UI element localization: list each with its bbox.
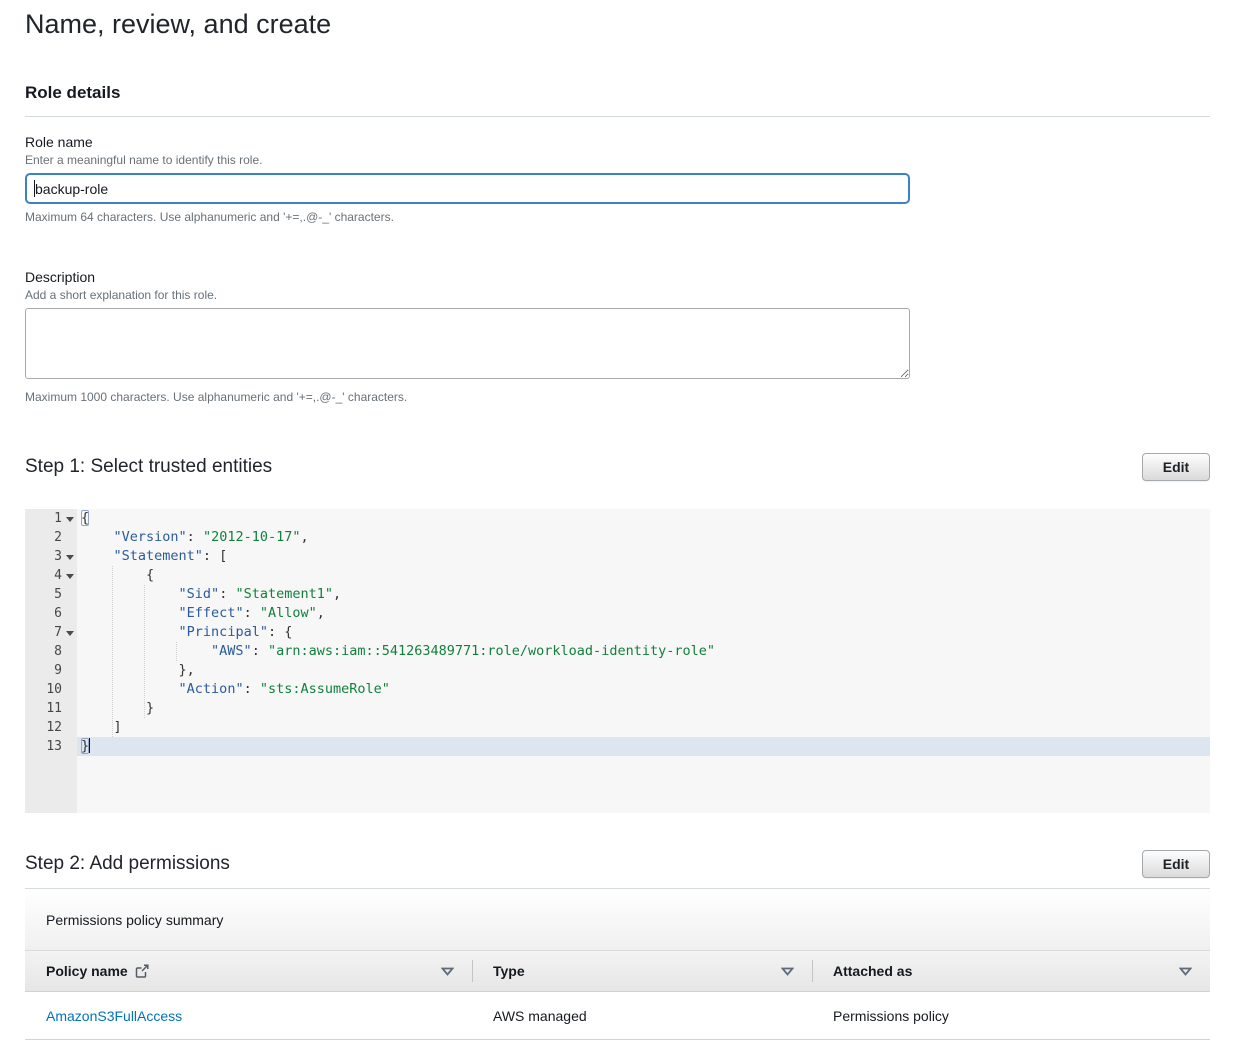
editor-code-text: "Version": "2012-10-17", — [77, 528, 1210, 547]
role-name-field-group: Role name Enter a meaningful name to ide… — [25, 134, 1210, 224]
editor-line-number: 8 — [25, 642, 77, 661]
editor-code-text: "Action": "sts:AssumeRole" — [77, 680, 1210, 699]
editor-line-number: 10 — [25, 680, 77, 699]
policy-type-cell: AWS managed — [472, 1008, 812, 1024]
text-caret — [34, 180, 35, 197]
editor-line-number: 1 — [25, 509, 77, 528]
editor-line-number: 7 — [25, 623, 77, 642]
external-link-icon — [135, 964, 149, 978]
editor-code-text: "Effect": "Allow", — [77, 604, 1210, 623]
editor-line: 6 "Effect": "Allow", — [25, 604, 1210, 623]
editor-line: 8 "AWS": "arn:aws:iam::541263489771:role… — [25, 642, 1210, 661]
description-helper: Add a short explanation for this role. — [25, 288, 1210, 302]
editor-filler-row — [25, 756, 1210, 813]
editor-line-number: 9 — [25, 661, 77, 680]
editor-line: 10 "Action": "sts:AssumeRole" — [25, 680, 1210, 699]
editor-line-number: 2 — [25, 528, 77, 547]
policy-name-filter-icon[interactable] — [439, 965, 456, 978]
permissions-summary-panel: Permissions policy summary Policy name T — [25, 889, 1210, 1040]
editor-line: 9 }, — [25, 661, 1210, 680]
step2-edit-button[interactable]: Edit — [1142, 850, 1210, 878]
permissions-table-header: Policy name Type — [25, 951, 1210, 992]
step1-header: Step 1: Select trusted entities Edit — [25, 453, 1210, 481]
editor-code-text: } — [77, 699, 1210, 718]
editor-code-text: "Sid": "Statement1", — [77, 585, 1210, 604]
editor-code-text: "Statement": [ — [77, 547, 1210, 566]
editor-line-number: 4 — [25, 566, 77, 585]
policy-name-cell: AmazonS3FullAccess — [25, 1008, 472, 1024]
role-details-heading: Role details — [25, 83, 1210, 103]
editor-line: 12 ] — [25, 718, 1210, 737]
editor-code-text: ] — [77, 718, 1210, 737]
role-name-helper: Enter a meaningful name to identify this… — [25, 153, 1210, 167]
attached-as-filter-icon[interactable] — [1177, 965, 1194, 978]
name-review-create-page: Name, review, and create Role details Ro… — [0, 0, 1242, 1040]
fold-caret-icon[interactable] — [62, 566, 77, 585]
editor-code-text: { — [77, 509, 1210, 528]
fold-caret-icon[interactable] — [62, 547, 77, 566]
description-label: Description — [25, 269, 1210, 285]
column-header-attached-as: Attached as — [812, 951, 1210, 991]
editor-code-text: }, — [77, 661, 1210, 680]
step1-heading: Step 1: Select trusted entities — [25, 456, 272, 478]
editor-cursor — [89, 738, 90, 753]
column-header-type: Type — [472, 951, 812, 991]
step2-heading: Step 2: Add permissions — [25, 853, 230, 875]
type-filter-icon[interactable] — [779, 965, 796, 978]
editor-line-number: 12 — [25, 718, 77, 737]
editor-line: 7 "Principal": { — [25, 623, 1210, 642]
description-textarea[interactable] — [25, 308, 910, 379]
editor-line-number: 5 — [25, 585, 77, 604]
policy-name-link[interactable]: AmazonS3FullAccess — [46, 1008, 182, 1024]
editor-code-text: } — [77, 737, 1210, 756]
editor-line: 3 "Statement": [ — [25, 547, 1210, 566]
role-name-input[interactable] — [25, 173, 910, 204]
description-field-group: Description Add a short explanation for … — [25, 269, 1210, 404]
editor-line: 1{ — [25, 509, 1210, 528]
fold-caret-icon[interactable] — [62, 509, 77, 528]
editor-line: 2 "Version": "2012-10-17", — [25, 528, 1210, 547]
editor-code-text: "AWS": "arn:aws:iam::541263489771:role/w… — [77, 642, 1210, 661]
editor-line-number: 6 — [25, 604, 77, 623]
editor-gutter — [25, 756, 77, 813]
divider — [25, 116, 1210, 117]
editor-line-number: 13 — [25, 737, 77, 756]
editor-line-number: 3 — [25, 547, 77, 566]
role-name-label: Role name — [25, 134, 1210, 150]
permissions-table-body: AmazonS3FullAccess AWS managedPermissions… — [25, 992, 1210, 1040]
step2-header: Step 2: Add permissions Edit — [25, 850, 1210, 878]
editor-code-text: { — [77, 566, 1210, 585]
editor-line: 13} — [25, 737, 1210, 756]
column-header-policy-name: Policy name — [25, 951, 472, 991]
fold-caret-icon[interactable] — [62, 623, 77, 642]
editor-line: 5 "Sid": "Statement1", — [25, 585, 1210, 604]
step1-edit-button[interactable]: Edit — [1142, 453, 1210, 481]
json-policy-editor[interactable]: 1{2 "Version": "2012-10-17",3 "Statement… — [25, 509, 1210, 813]
attached-as-cell: Permissions policy — [812, 1008, 1210, 1024]
editor-line: 4 { — [25, 566, 1210, 585]
editor-line-number: 11 — [25, 699, 77, 718]
editor-line: 11 } — [25, 699, 1210, 718]
permissions-panel-heading: Permissions policy summary — [25, 889, 1210, 951]
description-hint: Maximum 1000 characters. Use alphanumeri… — [25, 390, 1210, 404]
editor-code-text: "Principal": { — [77, 623, 1210, 642]
role-name-hint: Maximum 64 characters. Use alphanumeric … — [25, 210, 1210, 224]
table-row: AmazonS3FullAccess AWS managedPermissions… — [25, 992, 1210, 1040]
page-title: Name, review, and create — [25, 9, 1210, 40]
